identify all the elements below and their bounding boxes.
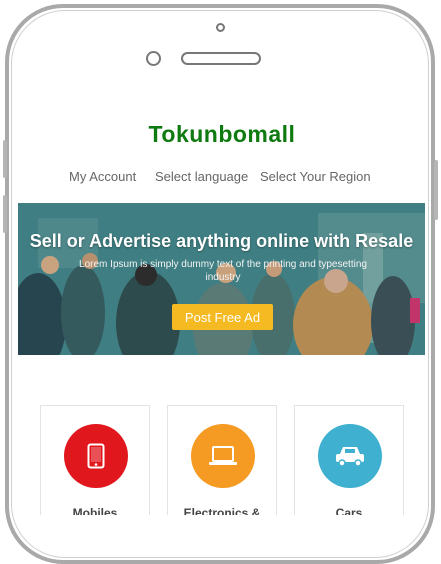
category-card-cars[interactable]: Cars [294, 405, 404, 515]
phone-screen: Tokunbomall My Account Select language S… [18, 103, 426, 515]
top-nav: My Account Select language Select Your R… [18, 169, 426, 187]
car-icon [318, 424, 382, 488]
proximity-sensor [146, 51, 161, 66]
hero-banner: Sell or Advertise anything online with R… [18, 203, 425, 355]
nav-my-account[interactable]: My Account [69, 169, 136, 184]
category-label: Mobiles [72, 506, 118, 515]
category-card-electronics[interactable]: Electronics & [167, 405, 277, 515]
category-card-mobiles[interactable]: Mobiles [40, 405, 150, 515]
phone-side-button [3, 195, 7, 233]
post-free-ad-button[interactable]: Post Free Ad [172, 304, 273, 330]
banner-subtitle: Lorem Ipsum is simply dummy text of the … [79, 259, 367, 283]
mobile-icon [64, 424, 128, 488]
earpiece-speaker [181, 52, 261, 65]
nav-select-region[interactable]: Select Your Region [260, 169, 371, 184]
phone-side-button [3, 140, 7, 178]
laptop-icon [191, 424, 255, 488]
category-label: Electronics & [183, 506, 261, 515]
nav-select-language[interactable]: Select language [155, 169, 248, 184]
front-camera [216, 23, 225, 32]
site-logo[interactable]: Tokunbomall [18, 121, 426, 148]
phone-side-button [434, 160, 438, 220]
banner-title: Sell or Advertise anything online with R… [29, 231, 414, 251]
category-label: Cars [335, 506, 363, 515]
